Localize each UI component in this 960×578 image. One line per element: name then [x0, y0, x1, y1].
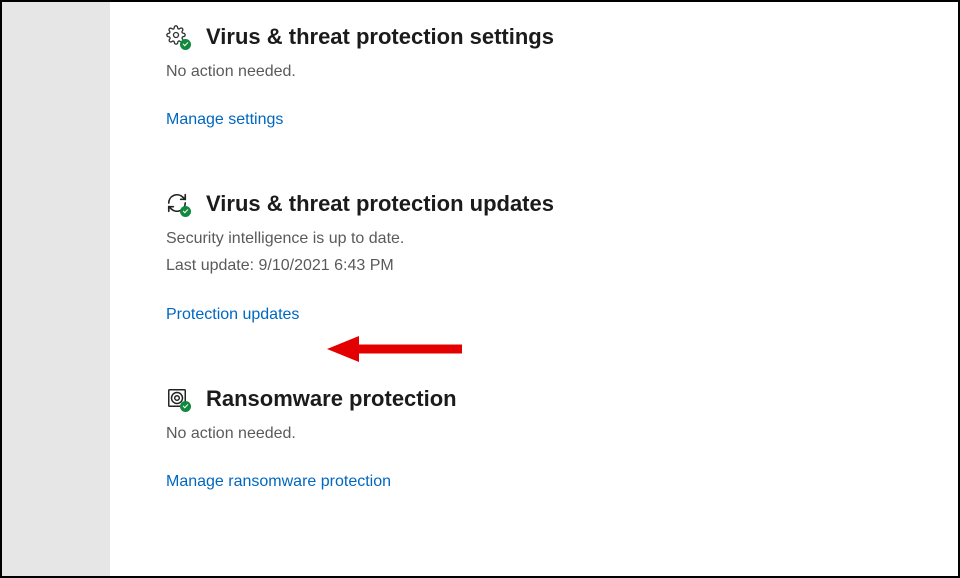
manage-settings-link[interactable]: Manage settings [166, 111, 283, 129]
check-badge-icon [180, 206, 191, 217]
protection-updates-link[interactable]: Protection updates [166, 306, 299, 324]
section-updates-header: Virus & threat protection updates [166, 191, 958, 217]
section-settings-header: Virus & threat protection settings [166, 24, 958, 50]
refresh-icon [166, 192, 190, 216]
check-badge-icon [180, 39, 191, 50]
section-updates-title: Virus & threat protection updates [206, 191, 554, 217]
section-ransomware: Ransomware protection No action needed. … [166, 386, 958, 491]
section-ransomware-header: Ransomware protection [166, 386, 958, 412]
section-settings-status: No action needed. [166, 60, 958, 85]
section-settings-title: Virus & threat protection settings [206, 24, 554, 50]
ransomware-icon [166, 387, 190, 411]
section-updates-status: Security intelligence is up to date. [166, 227, 958, 252]
section-updates-last: Last update: 9/10/2021 6:43 PM [166, 254, 958, 279]
manage-ransomware-link[interactable]: Manage ransomware protection [166, 473, 391, 491]
content-panel: Virus & threat protection settings No ac… [110, 2, 958, 576]
section-ransomware-status: No action needed. [166, 422, 958, 447]
section-settings: Virus & threat protection settings No ac… [166, 24, 958, 129]
check-badge-icon [180, 401, 191, 412]
section-updates: Virus & threat protection updates Securi… [166, 191, 958, 325]
sidebar-gutter [2, 2, 110, 576]
gear-icon [166, 25, 190, 49]
section-ransomware-title: Ransomware protection [206, 386, 457, 412]
